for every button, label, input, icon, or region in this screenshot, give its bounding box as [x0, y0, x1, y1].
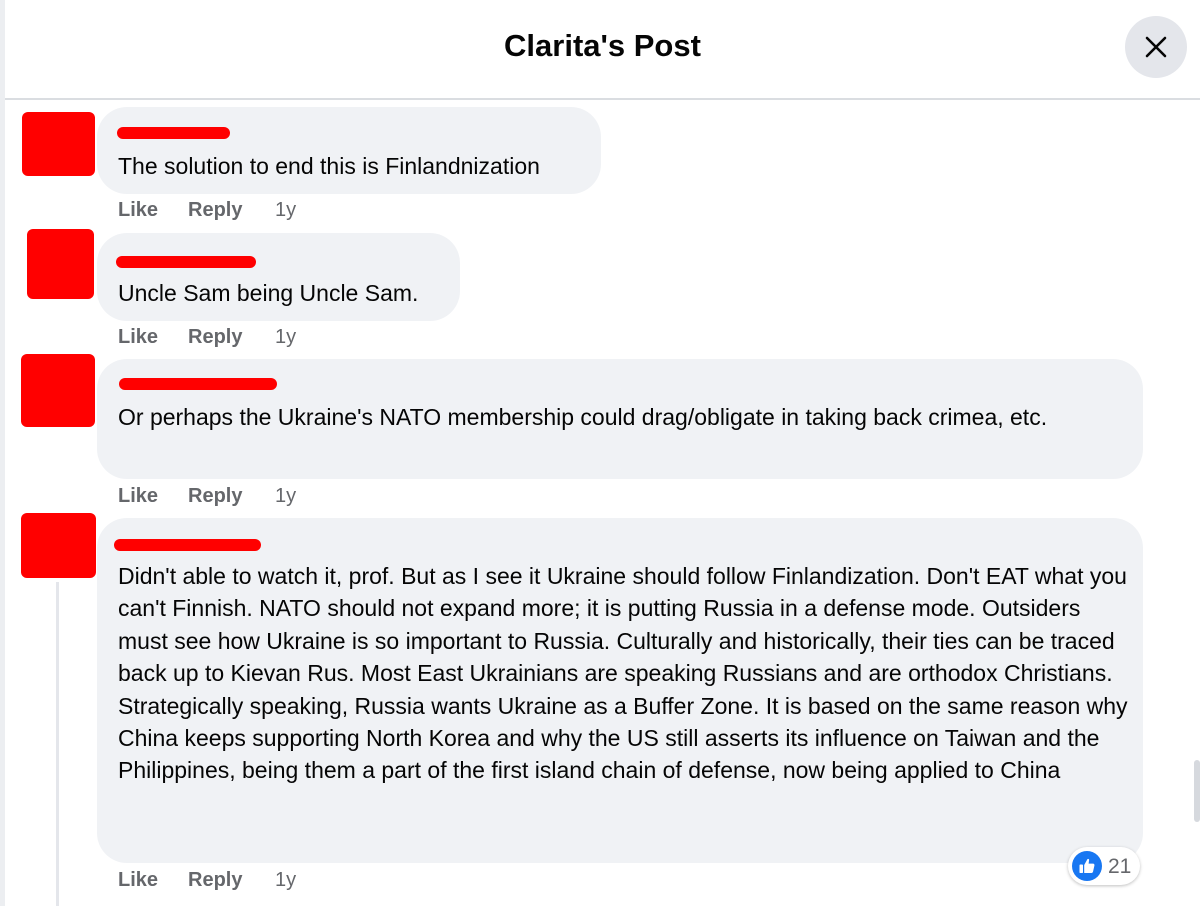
comment-bubble: The solution to end this is Finlandnizat… [97, 107, 601, 194]
reply-button[interactable]: Reply [188, 199, 242, 222]
redacted-author-name [114, 539, 261, 551]
comment-timestamp[interactable]: 1y [275, 869, 296, 892]
redacted-author-name [119, 378, 277, 390]
comment-bubble: Didn't able to watch it, prof. But as I … [97, 518, 1143, 863]
reaction-summary[interactable]: 21 [1068, 847, 1140, 885]
reply-thread-line [56, 582, 59, 906]
like-reaction-icon [1072, 851, 1102, 881]
comment-text: Or perhaps the Ukraine's NATO membership… [118, 404, 1048, 430]
comment-text: Didn't able to watch it, prof. But as I … [118, 563, 1128, 784]
redacted-author-name [117, 127, 230, 139]
like-button[interactable]: Like [118, 869, 158, 892]
reply-button[interactable]: Reply [188, 485, 242, 508]
comment-text: The solution to end this is Finlandnizat… [118, 153, 540, 179]
post-title: Clarita's Post [504, 28, 701, 63]
avatar[interactable] [27, 229, 94, 299]
avatar[interactable] [21, 354, 95, 427]
reply-button[interactable]: Reply [188, 326, 242, 349]
reaction-count: 21 [1108, 855, 1132, 878]
comment-timestamp[interactable]: 1y [275, 326, 296, 349]
left-edge [0, 0, 5, 906]
like-button[interactable]: Like [118, 326, 158, 349]
post-header: Clarita's Post [5, 0, 1200, 100]
avatar[interactable] [21, 513, 96, 578]
comment-timestamp[interactable]: 1y [275, 199, 296, 222]
comment-text: Uncle Sam being Uncle Sam. [118, 280, 419, 306]
scrollbar[interactable] [1194, 760, 1200, 822]
close-button[interactable] [1125, 16, 1187, 78]
comment-timestamp[interactable]: 1y [275, 485, 296, 508]
comment-bubble: Uncle Sam being Uncle Sam. [97, 233, 460, 321]
avatar[interactable] [22, 112, 95, 176]
comment-bubble: Or perhaps the Ukraine's NATO membership… [97, 359, 1143, 479]
like-button[interactable]: Like [118, 199, 158, 222]
reply-button[interactable]: Reply [188, 869, 242, 892]
like-button[interactable]: Like [118, 485, 158, 508]
close-icon [1145, 36, 1167, 58]
redacted-author-name [116, 256, 256, 268]
